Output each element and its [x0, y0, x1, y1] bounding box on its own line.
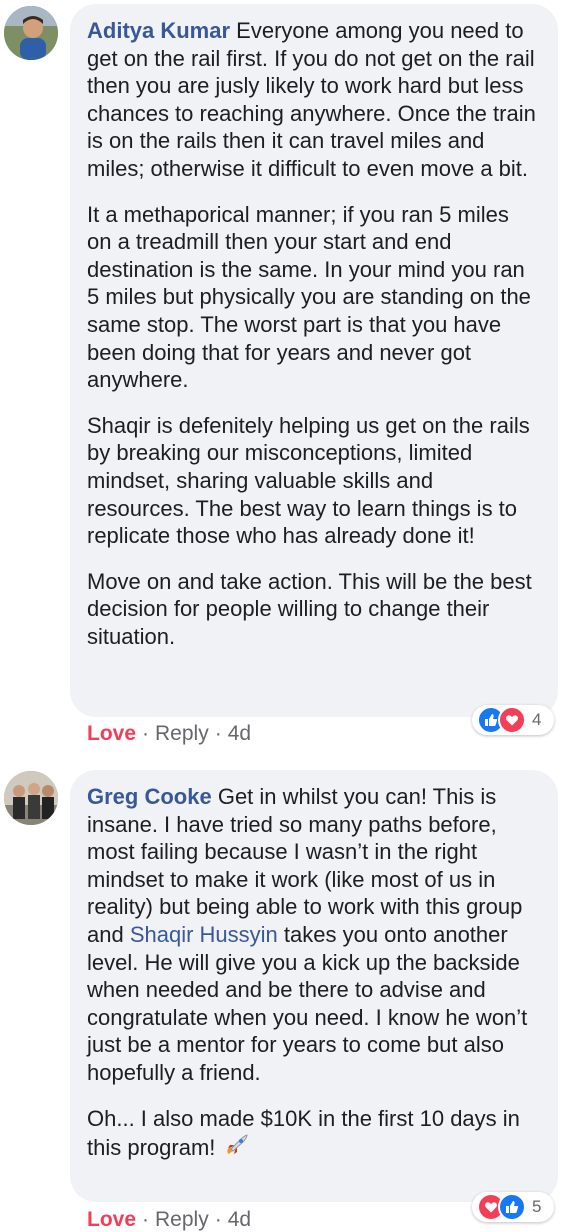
- comment-actions: Love · Reply · 4d: [87, 1208, 251, 1232]
- comment-paragraph: Move on and take action. This will be th…: [87, 568, 532, 649]
- comment-paragraph: Greg Cooke Get in whilst you can! This i…: [87, 783, 538, 1087]
- comment-bubble: Greg Cooke Get in whilst you can! This i…: [70, 770, 558, 1202]
- comment-bubble: Aditya Kumar Everyone among you need to …: [70, 4, 558, 717]
- separator: ·: [142, 722, 150, 745]
- comment-text: Oh... I also made $10K in the first 10 d…: [87, 1105, 520, 1161]
- reaction-count: 4: [532, 710, 542, 729]
- like-icon: [498, 1193, 526, 1221]
- author-name[interactable]: Aditya Kumar: [87, 18, 230, 43]
- reply-action[interactable]: Reply: [155, 1208, 209, 1231]
- comment-paragraph: It a methaporical manner; if you ran 5 m…: [87, 201, 531, 393]
- avatar[interactable]: [4, 771, 58, 825]
- avatar[interactable]: [4, 6, 58, 60]
- separator: ·: [142, 1208, 150, 1231]
- comment-paragraph: Aditya Kumar Everyone among you need to …: [87, 17, 538, 183]
- timestamp[interactable]: 4d: [228, 722, 251, 745]
- comment-paragraph: Oh... I also made $10K in the first 10 d…: [87, 1105, 538, 1167]
- love-action[interactable]: Love: [87, 722, 136, 745]
- love-icon: [498, 706, 526, 734]
- separator: ·: [214, 722, 222, 745]
- author-name[interactable]: Greg Cooke: [87, 784, 212, 809]
- reaction-count: 5: [532, 1197, 542, 1216]
- reaction-summary[interactable]: 4: [472, 705, 554, 735]
- reply-action[interactable]: Reply: [155, 722, 209, 745]
- comment-paragraph: Shaqir is defenitely helping us get on t…: [87, 412, 530, 549]
- comment-actions: Love · Reply · 4d: [87, 722, 251, 746]
- mention-link[interactable]: Shaqir Hussyin: [130, 922, 278, 947]
- timestamp[interactable]: 4d: [228, 1208, 251, 1231]
- love-action[interactable]: Love: [87, 1208, 136, 1231]
- separator: ·: [214, 1208, 222, 1231]
- rocket-icon: [222, 1132, 250, 1167]
